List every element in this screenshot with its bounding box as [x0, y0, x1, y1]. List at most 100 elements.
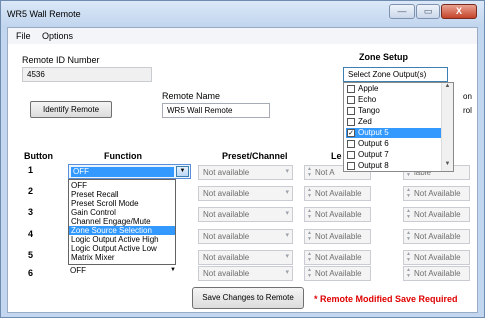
zone-option-label: Zed [358, 117, 372, 126]
checkbox[interactable] [347, 151, 355, 159]
row-4-level-a-value: Not Available [315, 232, 362, 241]
row-3-level-b-stepper[interactable]: ▲ ▼ Not Available [403, 207, 470, 222]
row-2-preset-select[interactable]: Not available ▾ [198, 186, 293, 201]
spin-arrows-icon[interactable]: ▲▼ [307, 230, 312, 242]
row-5-preset-select[interactable]: Not available ▾ [198, 250, 293, 265]
checkbox[interactable] [347, 118, 355, 126]
header-preset-channel: Preset/Channel [222, 151, 288, 161]
spin-arrows-icon[interactable]: ▲▼ [406, 251, 411, 263]
menu-options[interactable]: Options [42, 31, 73, 41]
zone-option-output-6[interactable]: Output 6 [346, 139, 441, 149]
row-4-level-a-stepper[interactable]: ▲ ▼ Not Available [304, 229, 371, 244]
spin-arrows-icon[interactable]: ▲▼ [406, 187, 411, 199]
row-2-level-b-stepper[interactable]: ▲ ▼ Not Available [403, 186, 470, 201]
checklist-scrollbar[interactable]: ▲ ▼ [441, 83, 453, 171]
maximize-button[interactable]: ▭ [416, 4, 440, 19]
row-6-function-select[interactable]: OFF ▼ [70, 266, 176, 275]
remote-id-label: Remote ID Number [22, 55, 100, 65]
row-1-preset-select[interactable]: Not available ▾ [198, 165, 293, 180]
checkbox[interactable] [347, 85, 355, 93]
zone-output-checklist: Apple Echo Tango Zed ✓ Output 5 Output 6 … [343, 82, 454, 172]
function-option[interactable]: OFF [69, 181, 175, 190]
row-3-preset-value: Not available [203, 210, 250, 219]
row-6-preset-value: Not available [203, 269, 250, 278]
title-bar[interactable]: WR5 Wall Remote — ▭ X [1, 1, 484, 27]
window-title: WR5 Wall Remote [7, 9, 81, 19]
chevron-down-icon[interactable]: ▼ [170, 266, 176, 275]
function-option[interactable]: Matrix Mixer [69, 253, 175, 262]
zone-option-output-7[interactable]: Output 7 [346, 150, 441, 160]
function-option[interactable]: Channel Engage/Mute [69, 217, 175, 226]
save-changes-button[interactable]: Save Changes to Remote [192, 287, 304, 309]
row-3-level-b-value: Not Available [414, 210, 461, 219]
function-option[interactable]: Gain Control [69, 208, 175, 217]
spin-arrows-icon[interactable]: ▲▼ [307, 208, 312, 220]
row-3-level-a-stepper[interactable]: ▲ ▼ Not Available [304, 207, 371, 222]
row-2-button-number: 2 [28, 186, 34, 196]
row-5-level-b-stepper[interactable]: ▲ ▼ Not Available [403, 250, 470, 265]
row-2-level-a-value: Not Available [315, 189, 362, 198]
zone-option-apple[interactable]: Apple [346, 84, 441, 94]
row-6-level-b-value: Not Available [414, 269, 461, 278]
row-6-level-b-stepper[interactable]: ▲ ▼ Not Available [403, 266, 470, 281]
checkbox[interactable] [347, 162, 355, 170]
remote-id-field[interactable]: 4536 [22, 67, 152, 82]
zone-output-select[interactable]: Select Zone Output(s) [343, 67, 448, 82]
chevron-down-icon: ▾ [285, 168, 289, 175]
row-2-preset-value: Not available [203, 189, 250, 198]
zone-partial-label-2: rol [463, 106, 472, 115]
function-option[interactable]: Logic Output Active Low [69, 244, 175, 253]
row-5-preset-value: Not available [203, 253, 250, 262]
identify-remote-button[interactable]: Identify Remote [30, 101, 112, 118]
chevron-down-icon: ▾ [285, 253, 289, 260]
row-6-level-a-value: Not Available [315, 269, 362, 278]
row-4-preset-select[interactable]: Not available ▾ [198, 229, 293, 244]
row-6-level-a-stepper[interactable]: ▲ ▼ Not Available [304, 266, 371, 281]
zone-option-label: Output 6 [358, 139, 389, 148]
checkbox[interactable] [347, 140, 355, 148]
spin-arrows-icon[interactable]: ▲▼ [406, 208, 411, 220]
menu-file[interactable]: File [16, 31, 31, 41]
function-option[interactable]: Preset Recall [69, 190, 175, 199]
chevron-down-icon: ▾ [285, 269, 289, 276]
row-6-preset-select[interactable]: Not available ▾ [198, 266, 293, 281]
row-1-level-a-value: Not A [315, 168, 335, 177]
row-1-function-select[interactable]: OFF ▼ [68, 164, 191, 179]
row-2-level-b-value: Not Available [414, 189, 461, 198]
row-4-level-b-stepper[interactable]: ▲ ▼ Not Available [403, 229, 470, 244]
scroll-up-icon[interactable]: ▲ [442, 83, 453, 93]
checkbox-checked[interactable]: ✓ [347, 129, 355, 137]
checkbox[interactable] [347, 107, 355, 115]
row-5-level-a-stepper[interactable]: ▲ ▼ Not Available [304, 250, 371, 265]
zone-option-echo[interactable]: Echo [346, 95, 441, 105]
zone-option-output-8[interactable]: Output 8 [346, 161, 441, 171]
zone-option-tango[interactable]: Tango [346, 106, 441, 116]
row-5-button-number: 5 [28, 250, 34, 260]
spin-arrows-icon[interactable]: ▲▼ [307, 187, 312, 199]
checkbox[interactable] [347, 96, 355, 104]
zone-option-label: Tango [358, 106, 380, 115]
spin-arrows-icon[interactable]: ▲▼ [307, 251, 312, 263]
function-option[interactable]: Preset Scroll Mode [69, 199, 175, 208]
row-3-preset-select[interactable]: Not available ▾ [198, 207, 293, 222]
row-2-level-a-stepper[interactable]: ▲ ▼ Not Available [304, 186, 371, 201]
minimize-button[interactable]: — [389, 4, 415, 19]
row-6-button-number: 6 [28, 268, 34, 278]
function-option[interactable]: Logic Output Active High [69, 235, 175, 244]
remote-name-field[interactable]: WR5 Wall Remote [162, 103, 270, 118]
row-1-preset-value: Not available [203, 168, 250, 177]
chevron-down-icon: ▾ [285, 189, 289, 196]
spin-arrows-icon[interactable]: ▲▼ [307, 267, 312, 279]
zone-option-zed[interactable]: Zed [346, 117, 441, 127]
close-button[interactable]: X [441, 4, 477, 19]
function-option-highlighted[interactable]: Zone Source Selection [69, 226, 175, 235]
zone-option-output-5[interactable]: ✓ Output 5 [346, 128, 441, 138]
spin-arrows-icon[interactable]: ▲▼ [406, 267, 411, 279]
row-1-button-number: 1 [28, 165, 34, 175]
status-message: * Remote Modified Save Required [314, 294, 458, 304]
spin-arrows-icon[interactable]: ▲▼ [406, 230, 411, 242]
chevron-down-icon[interactable]: ▼ [176, 166, 189, 177]
scroll-down-icon[interactable]: ▼ [442, 161, 453, 171]
spin-arrows-icon[interactable]: ▲▼ [307, 166, 312, 178]
row-3-level-a-value: Not Available [315, 210, 362, 219]
